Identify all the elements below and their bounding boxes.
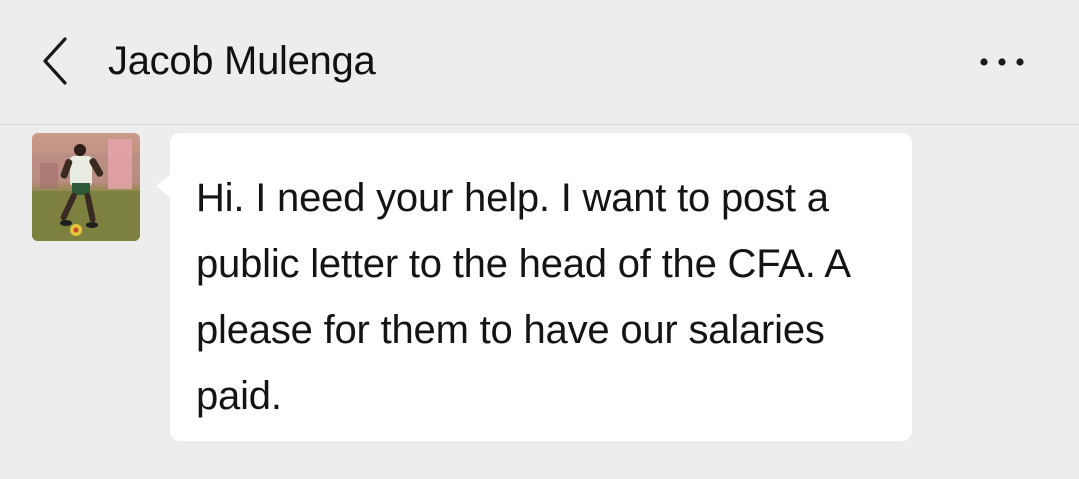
message-bubble[interactable]: Hi. I need your help. I want to post a p… (170, 133, 912, 441)
contact-avatar[interactable] (32, 133, 140, 241)
chevron-left-icon (43, 37, 67, 85)
message-text: Hi. I need your help. I want to post a p… (196, 176, 849, 418)
more-dots-icon (980, 58, 1024, 66)
message-bubble-tail (156, 174, 171, 198)
more-options-button[interactable] (970, 42, 1036, 82)
chat-title: Jacob Mulenga (108, 39, 376, 83)
chat-header: Jacob Mulenga (0, 0, 1079, 125)
back-button[interactable] (30, 34, 80, 88)
avatar-photo (32, 133, 140, 241)
